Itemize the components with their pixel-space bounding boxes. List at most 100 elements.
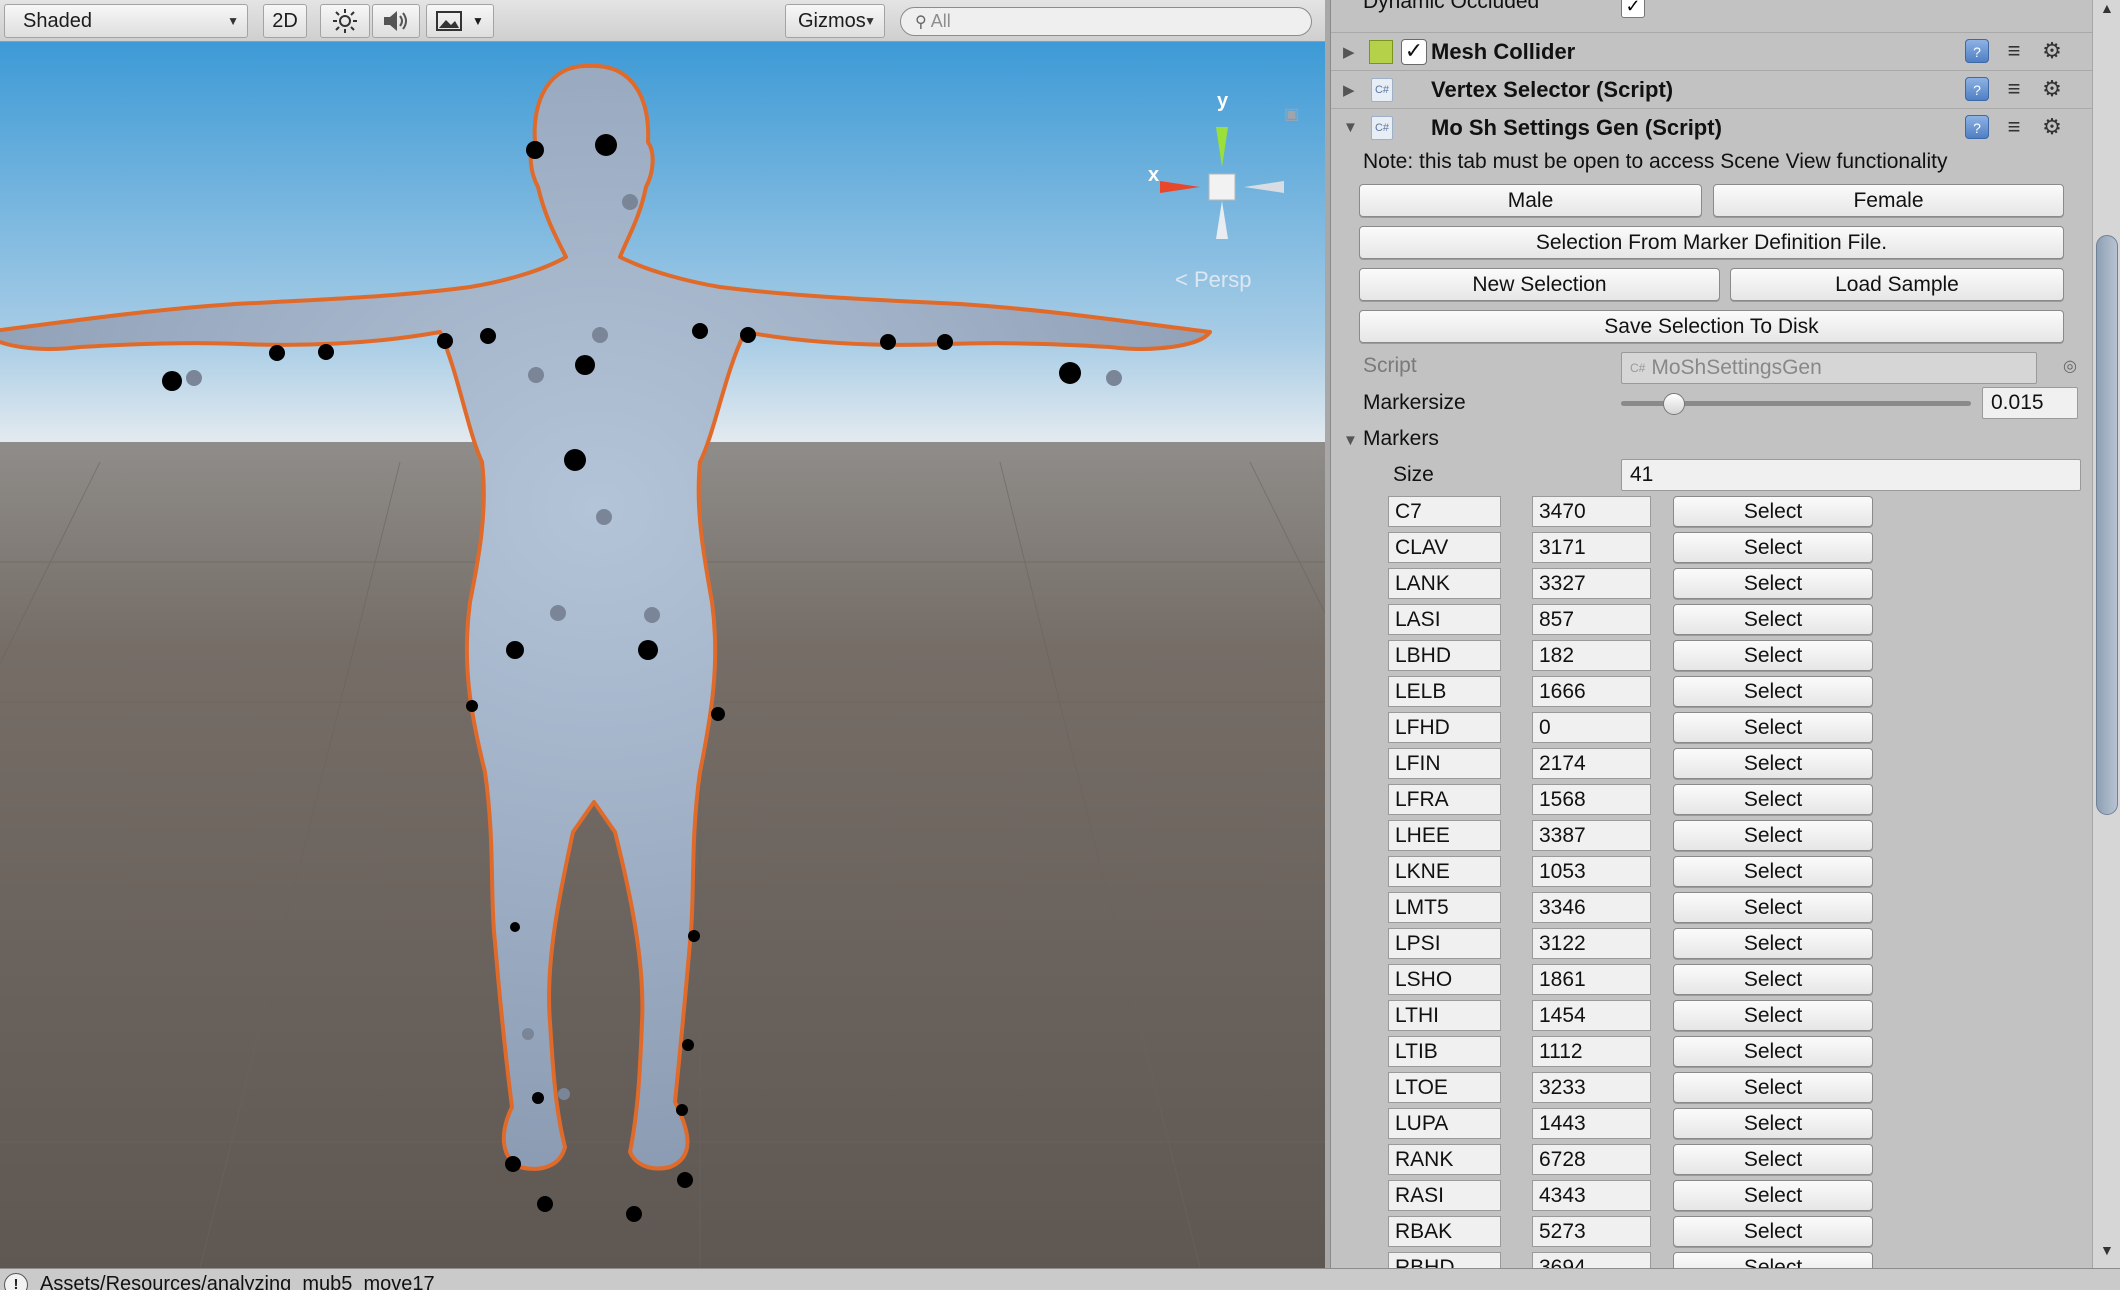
- inspector-scrollbar[interactable]: ▲ ▼: [2092, 0, 2120, 1268]
- expand-arrow-icon[interactable]: ▶: [1343, 43, 1355, 61]
- marker-vertex-field[interactable]: 6728: [1532, 1144, 1651, 1175]
- markersize-input[interactable]: 0.015: [1982, 387, 2078, 419]
- audio-toggle-button[interactable]: [372, 4, 420, 38]
- marker-select-button[interactable]: Select: [1673, 892, 1873, 923]
- marker-select-button[interactable]: Select: [1673, 712, 1873, 743]
- marker-name-field[interactable]: RASI: [1388, 1180, 1501, 1211]
- enabled-checkbox[interactable]: ✓: [1401, 38, 1427, 65]
- marker-name-field[interactable]: RBAK: [1388, 1216, 1501, 1247]
- marker-select-button[interactable]: Select: [1673, 1036, 1873, 1067]
- 2d-toggle-button[interactable]: 2D: [263, 4, 307, 38]
- projection-toggle[interactable]: < Persp: [1175, 267, 1251, 293]
- collapse-arrow-icon[interactable]: ▼: [1343, 119, 1358, 136]
- marker-vertex-field[interactable]: 3233: [1532, 1072, 1651, 1103]
- marker-vertex-field[interactable]: 3387: [1532, 820, 1651, 851]
- marker-name-field[interactable]: LTHI: [1388, 1000, 1501, 1031]
- save-selection-button[interactable]: Save Selection To Disk: [1359, 310, 2064, 343]
- marker-select-button[interactable]: Select: [1673, 568, 1873, 599]
- help-icon[interactable]: ?: [1965, 114, 1989, 139]
- help-icon[interactable]: ?: [1965, 38, 1989, 63]
- expand-arrow-icon[interactable]: ▶: [1343, 81, 1355, 99]
- marker-select-button[interactable]: Select: [1673, 964, 1873, 995]
- marker-name-field[interactable]: LFIN: [1388, 748, 1501, 779]
- marker-name-field[interactable]: LPSI: [1388, 928, 1501, 959]
- marker-select-button[interactable]: Select: [1673, 928, 1873, 959]
- selection-from-marker-file-button[interactable]: Selection From Marker Definition File.: [1359, 226, 2064, 259]
- gear-icon[interactable]: ⚙: [2039, 38, 2065, 65]
- marker-select-button[interactable]: Select: [1673, 604, 1873, 635]
- slider-knob[interactable]: [1662, 393, 1685, 415]
- marker-name-field[interactable]: LUPA: [1388, 1108, 1501, 1139]
- scene-viewport[interactable]: y x ▣ < Persp: [0, 42, 1325, 1268]
- marker-name-field[interactable]: RBHD: [1388, 1252, 1501, 1268]
- marker-select-button[interactable]: Select: [1673, 1252, 1873, 1268]
- marker-select-button[interactable]: Select: [1673, 676, 1873, 707]
- female-button[interactable]: Female: [1713, 184, 2064, 217]
- marker-vertex-field[interactable]: 182: [1532, 640, 1651, 671]
- marker-vertex-field[interactable]: 1568: [1532, 784, 1651, 815]
- marker-select-button[interactable]: Select: [1673, 1180, 1873, 1211]
- gear-icon[interactable]: ⚙: [2039, 76, 2065, 103]
- marker-vertex-field[interactable]: 3122: [1532, 928, 1651, 959]
- marker-select-button[interactable]: Select: [1673, 496, 1873, 527]
- marker-name-field[interactable]: LFHD: [1388, 712, 1501, 743]
- marker-vertex-field[interactable]: 857: [1532, 604, 1651, 635]
- marker-select-button[interactable]: Select: [1673, 1144, 1873, 1175]
- size-input[interactable]: 41: [1621, 459, 2081, 491]
- male-button[interactable]: Male: [1359, 184, 1702, 217]
- marker-select-button[interactable]: Select: [1673, 532, 1873, 563]
- effects-dropdown[interactable]: ▼: [426, 4, 494, 38]
- component-header-vertex-selector[interactable]: ▶ C# Vertex Selector (Script) ? ≡ ⚙: [1331, 70, 2092, 108]
- preset-icon[interactable]: ≡: [2001, 114, 2027, 141]
- load-sample-button[interactable]: Load Sample: [1730, 268, 2064, 301]
- marker-name-field[interactable]: LTOE: [1388, 1072, 1501, 1103]
- component-header-mosh-settings-gen[interactable]: ▼ C# Mo Sh Settings Gen (Script) ? ≡ ⚙: [1331, 108, 2092, 146]
- marker-select-button[interactable]: Select: [1673, 820, 1873, 851]
- marker-vertex-field[interactable]: 3470: [1532, 496, 1651, 527]
- preset-icon[interactable]: ≡: [2001, 38, 2027, 65]
- marker-vertex-field[interactable]: 1053: [1532, 856, 1651, 887]
- marker-select-button[interactable]: Select: [1673, 1216, 1873, 1247]
- marker-name-field[interactable]: LMT5: [1388, 892, 1501, 923]
- marker-name-field[interactable]: LASI: [1388, 604, 1501, 635]
- marker-vertex-field[interactable]: 1443: [1532, 1108, 1651, 1139]
- marker-vertex-field[interactable]: 5273: [1532, 1216, 1651, 1247]
- marker-vertex-field[interactable]: 1666: [1532, 676, 1651, 707]
- marker-select-button[interactable]: Select: [1673, 748, 1873, 779]
- marker-select-button[interactable]: Select: [1673, 784, 1873, 815]
- marker-vertex-field[interactable]: 3346: [1532, 892, 1651, 923]
- marker-name-field[interactable]: LBHD: [1388, 640, 1501, 671]
- scroll-down-icon[interactable]: ▼: [2100, 1242, 2114, 1258]
- marker-name-field[interactable]: LFRA: [1388, 784, 1501, 815]
- dynamic-occluded-checkbox[interactable]: ✓: [1621, 0, 1645, 18]
- new-selection-button[interactable]: New Selection: [1359, 268, 1720, 301]
- marker-select-button[interactable]: Select: [1673, 1072, 1873, 1103]
- gear-icon[interactable]: ⚙: [2039, 114, 2065, 141]
- marker-vertex-field[interactable]: 0: [1532, 712, 1651, 743]
- help-icon[interactable]: ?: [1965, 76, 1989, 101]
- marker-name-field[interactable]: LTIB: [1388, 1036, 1501, 1067]
- marker-name-field[interactable]: LKNE: [1388, 856, 1501, 887]
- marker-name-field[interactable]: LSHO: [1388, 964, 1501, 995]
- marker-vertex-field[interactable]: 1112: [1532, 1036, 1651, 1067]
- marker-select-button[interactable]: Select: [1673, 856, 1873, 887]
- preset-icon[interactable]: ≡: [2001, 76, 2027, 103]
- collapse-arrow-icon[interactable]: ▼: [1343, 432, 1358, 449]
- marker-name-field[interactable]: C7: [1388, 496, 1501, 527]
- marker-select-button[interactable]: Select: [1673, 640, 1873, 671]
- scrollbar-thumb[interactable]: [2096, 235, 2118, 815]
- marker-vertex-field[interactable]: 2174: [1532, 748, 1651, 779]
- marker-vertex-field[interactable]: 4343: [1532, 1180, 1651, 1211]
- lock-icon[interactable]: ▣: [1284, 104, 1299, 124]
- component-header-mesh-collider[interactable]: ▶ ✓ Mesh Collider ? ≡ ⚙: [1331, 32, 2092, 70]
- marker-name-field[interactable]: CLAV: [1388, 532, 1501, 563]
- marker-name-field[interactable]: LELB: [1388, 676, 1501, 707]
- marker-vertex-field[interactable]: 3327: [1532, 568, 1651, 599]
- marker-name-field[interactable]: LHEE: [1388, 820, 1501, 851]
- shading-mode-dropdown[interactable]: Shaded ▼: [4, 4, 248, 38]
- scroll-up-icon[interactable]: ▲: [2100, 0, 2114, 16]
- marker-select-button[interactable]: Select: [1673, 1108, 1873, 1139]
- marker-vertex-field[interactable]: 3694: [1532, 1252, 1651, 1268]
- scene-search-input[interactable]: ⚲ All: [900, 7, 1312, 36]
- object-picker-icon[interactable]: ◎: [2063, 356, 2077, 376]
